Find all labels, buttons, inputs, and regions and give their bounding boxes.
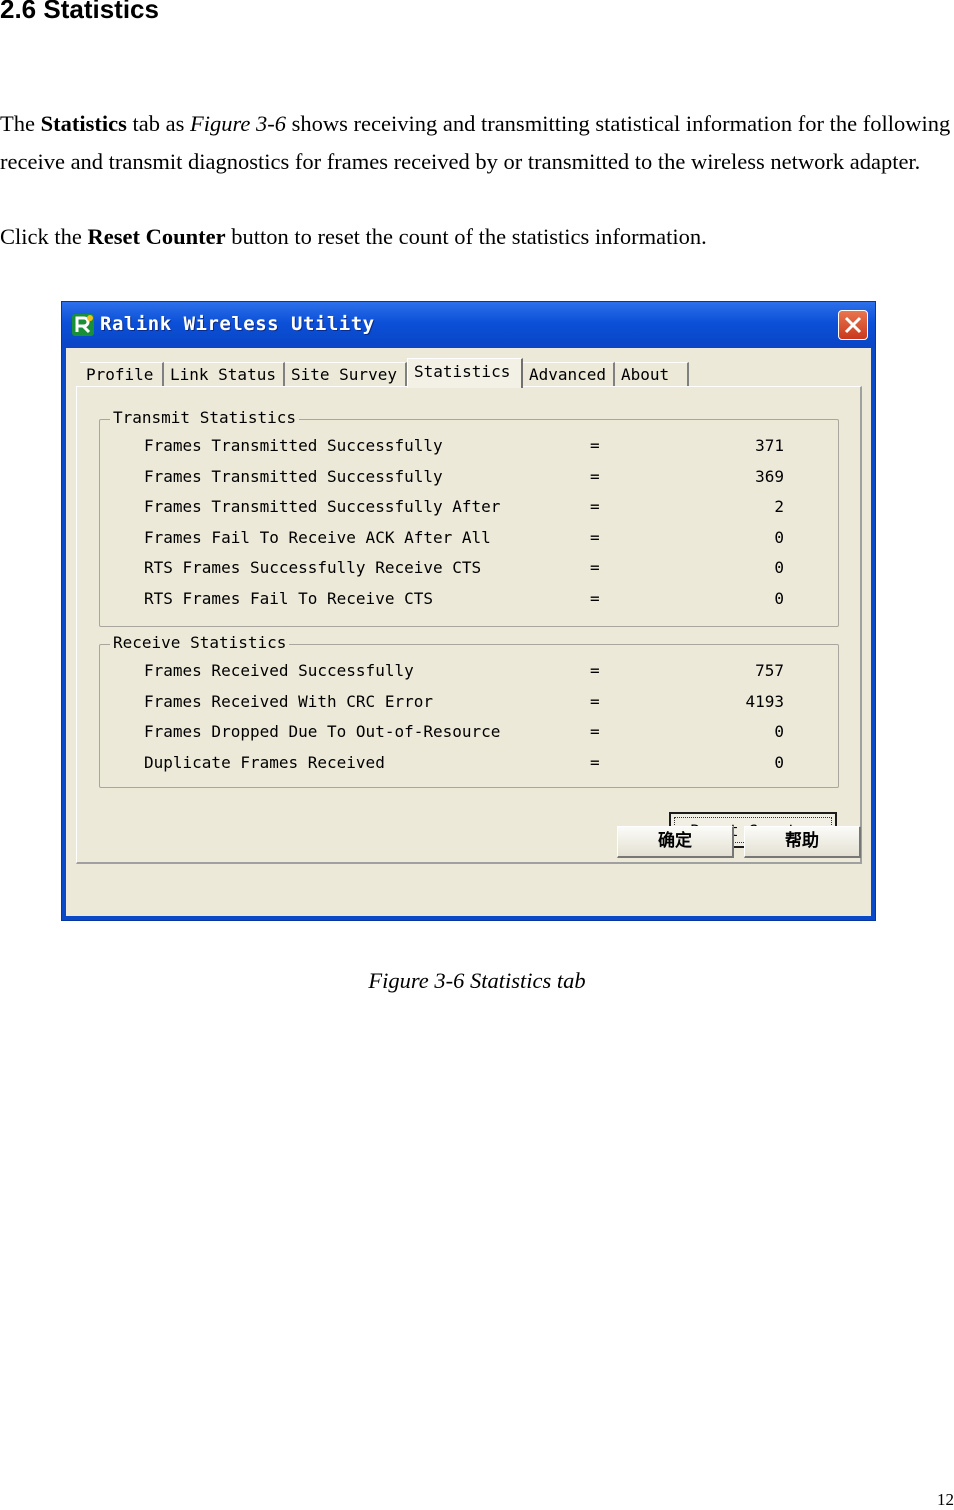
table-row: Frames Dropped Due To Out-of-Resource = … (144, 722, 784, 744)
equals-sign: = (590, 661, 600, 680)
stat-label: Frames Received With CRC Error (144, 692, 433, 711)
intro-text: tab as (126, 111, 190, 136)
intro-figure-ref: Figure 3-6 (189, 111, 286, 136)
receive-group-label: Receive Statistics (110, 633, 290, 652)
equals-sign: = (590, 558, 600, 577)
equals-sign: = (590, 753, 600, 772)
table-row: Frames Transmitted Successfully = 369 (144, 467, 784, 489)
figure-caption: Figure 3-6 Statistics tab (368, 968, 586, 993)
stat-value: 757 (755, 661, 784, 680)
table-row: Frames Transmitted Successfully = 371 (144, 436, 784, 458)
table-row: RTS Frames Successfully Receive CTS = 0 (144, 558, 784, 580)
window-title: Ralink Wireless Utility (100, 313, 375, 335)
table-row: Frames Fail To Receive ACK After All = 0 (144, 528, 784, 550)
stat-label: Frames Transmitted Successfully (144, 436, 443, 455)
close-icon (844, 316, 862, 334)
help-button[interactable]: 帮助 (744, 826, 861, 858)
tab-profile[interactable]: Profile (80, 362, 164, 386)
tab-statistics[interactable]: Statistics (407, 358, 523, 388)
tab-site-survey[interactable]: Site Survey (285, 362, 407, 386)
table-row: Duplicate Frames Received = 0 (144, 753, 784, 775)
stat-value: 4193 (745, 692, 784, 711)
table-row: Frames Received With CRC Error = 4193 (144, 692, 784, 714)
equals-sign: = (590, 497, 600, 516)
stat-value: 371 (755, 436, 784, 455)
reset-bold-label: Reset Counter (87, 224, 226, 249)
stat-label: RTS Frames Fail To Receive CTS (144, 589, 433, 608)
stat-label: Duplicate Frames Received (144, 753, 385, 772)
stat-value: 0 (774, 558, 784, 577)
table-row: Frames Received Successfully = 757 (144, 661, 784, 683)
equals-sign: = (590, 436, 600, 455)
equals-sign: = (590, 589, 600, 608)
table-row: RTS Frames Fail To Receive CTS = 0 (144, 589, 784, 611)
reset-text: Click the (0, 224, 88, 249)
stat-label: Frames Received Successfully (144, 661, 414, 680)
section-heading: 2.6 Statistics (0, 0, 159, 24)
page-number: 12 (937, 1490, 954, 1509)
equals-sign: = (590, 692, 600, 711)
equals-sign: = (590, 467, 600, 486)
stat-label: Frames Fail To Receive ACK After All (144, 528, 491, 547)
stat-label: Frames Transmitted Successfully After (144, 497, 501, 516)
equals-sign: = (590, 528, 600, 547)
reset-text: button to reset the count of the statist… (225, 224, 707, 249)
intro-paragraph: The Statistics tab as Figure 3-6 shows r… (0, 105, 954, 180)
receive-statistics-group: Receive Statistics Frames Received Succe… (99, 633, 839, 788)
stat-value: 2 (774, 497, 784, 516)
stat-label: RTS Frames Successfully Receive CTS (144, 558, 482, 577)
stat-value: 369 (755, 467, 784, 486)
stat-label: Frames Transmitted Successfully (144, 467, 443, 486)
title-bar[interactable]: Ralink Wireless Utility (62, 302, 875, 348)
ok-button[interactable]: 确定 (617, 826, 734, 858)
transmit-statistics-group: Transmit Statistics Frames Transmitted S… (99, 408, 839, 627)
transmit-group-label: Transmit Statistics (110, 408, 300, 427)
tab-about[interactable]: About (615, 362, 689, 386)
ralink-app-icon (72, 314, 94, 336)
stat-label: Frames Dropped Due To Out-of-Resource (144, 722, 501, 741)
reset-paragraph: Click the Reset Counter button to reset … (0, 218, 954, 256)
stat-value: 0 (774, 589, 784, 608)
equals-sign: = (590, 722, 600, 741)
table-row: Frames Transmitted Successfully After = … (144, 497, 784, 519)
stat-value: 0 (774, 528, 784, 547)
stat-value: 0 (774, 753, 784, 772)
statistics-panel: Transmit Statistics Frames Transmitted S… (76, 386, 862, 864)
intro-bold-statistics: Statistics (40, 111, 127, 136)
intro-text: The (0, 111, 41, 136)
stat-value: 0 (774, 722, 784, 741)
tab-advanced[interactable]: Advanced (523, 362, 615, 386)
tab-link-status[interactable]: Link Status (164, 362, 285, 386)
close-button[interactable] (838, 310, 868, 340)
